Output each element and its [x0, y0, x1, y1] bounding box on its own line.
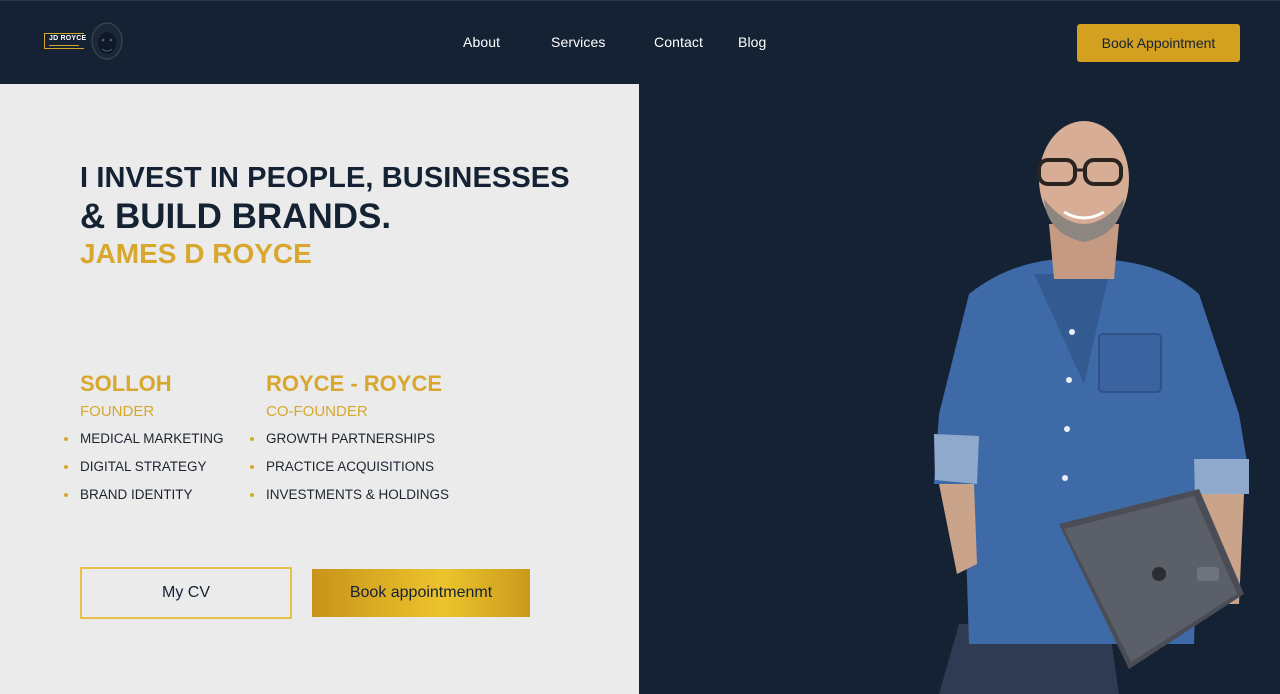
- book-appointment-button[interactable]: Book appointmenmt: [312, 569, 530, 617]
- hero-right-panel: [639, 84, 1280, 694]
- venture-solloh: SOLLOH FOUNDER MEDICAL MARKETING DIGITAL…: [64, 371, 224, 514]
- list-item: BRAND IDENTITY: [64, 486, 224, 514]
- list-item-label: PRACTICE ACQUISITIONS: [266, 459, 435, 474]
- list-item-label: MEDICAL MARKETING: [80, 431, 224, 446]
- nav-link-blog[interactable]: Blog: [738, 34, 766, 50]
- list-item-label: DIGITAL STRATEGY: [80, 459, 207, 474]
- list-item: DIGITAL STRATEGY: [64, 458, 224, 486]
- venture-company: ROYCE - ROYCE: [266, 371, 443, 396]
- venture-role: CO-FOUNDER: [266, 403, 368, 420]
- list-item-label: GROWTH PARTNERSHIPS: [266, 431, 436, 446]
- bullet-icon: [250, 465, 254, 469]
- list-item-label: INVESTMENTS & HOLDINGS: [266, 487, 450, 502]
- hero-name: JAMES D ROYCE: [80, 238, 312, 269]
- venture-services-list: GROWTH PARTNERSHIPS PRACTICE ACQUISITION…: [250, 430, 450, 514]
- list-item: GROWTH PARTNERSHIPS: [250, 430, 449, 458]
- bullet-icon: [64, 465, 68, 469]
- venture-role: FOUNDER: [80, 403, 155, 420]
- list-item-label: BRAND IDENTITY: [80, 487, 193, 502]
- list-item: INVESTMENTS & HOLDINGS: [250, 486, 450, 514]
- venture-royce-royce: ROYCE - ROYCE CO-FOUNDER GROWTH PARTNERS…: [250, 371, 450, 514]
- bullet-icon: [64, 437, 68, 441]
- bullet-icon: [250, 493, 254, 497]
- portrait-photo: [934, 121, 1249, 694]
- list-item: PRACTICE ACQUISITIONS: [250, 458, 449, 486]
- venture-company: SOLLOH: [80, 371, 172, 396]
- nav-link-contact[interactable]: Contact: [654, 34, 703, 50]
- nav-link-about[interactable]: About: [463, 34, 500, 50]
- hero-headline-line2: & BUILD BRANDS.: [80, 197, 392, 236]
- bullet-icon: [64, 493, 68, 497]
- site-header: JD ROYCE About Services Contact Blog Boo…: [0, 0, 1280, 84]
- list-item: MEDICAL MARKETING: [64, 430, 224, 458]
- hero-headline-line1: I INVEST IN PEOPLE, BUSINESSES: [80, 162, 570, 194]
- book-appointment-header-button[interactable]: Book Appointment: [1077, 24, 1240, 62]
- nav-link-services[interactable]: Services: [551, 34, 605, 50]
- bullet-icon: [250, 437, 254, 441]
- hero-left-panel: I INVEST IN PEOPLE, BUSINESSES & BUILD B…: [0, 84, 639, 694]
- my-cv-button[interactable]: My CV: [80, 567, 292, 619]
- venture-services-list: MEDICAL MARKETING DIGITAL STRATEGY BRAND…: [64, 430, 224, 514]
